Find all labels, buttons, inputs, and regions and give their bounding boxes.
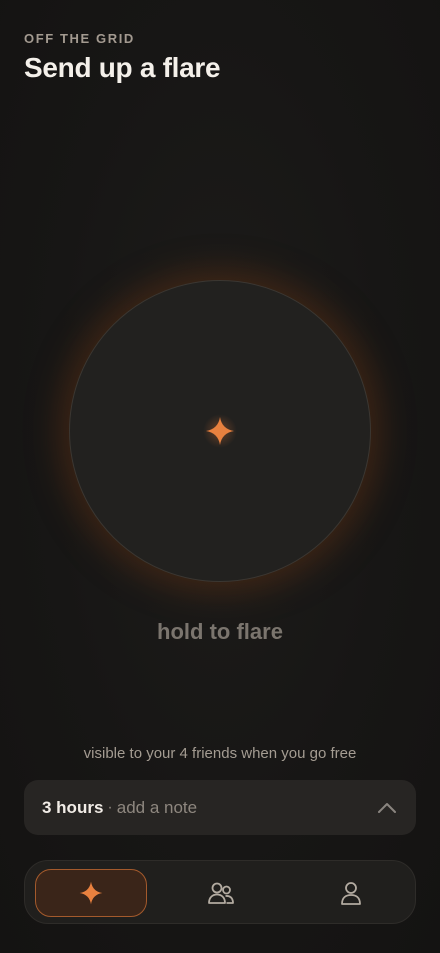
tab-flare[interactable] <box>35 869 147 917</box>
duration-selector[interactable]: 3 hours · add a note <box>24 780 416 835</box>
sparkle-icon <box>79 881 103 905</box>
tab-profile[interactable] <box>295 869 407 917</box>
duration-separator: · <box>107 798 113 816</box>
friends-icon <box>208 882 234 904</box>
flare-screen: OFF THE GRID Send up a flare hold to fla… <box>0 0 440 953</box>
hold-to-flare-label: hold to flare <box>157 619 283 644</box>
sparkle-icon <box>206 417 234 445</box>
profile-icon <box>341 882 361 905</box>
duration-hours: 3 hours <box>42 797 104 817</box>
eyebrow-label: OFF THE GRID <box>24 31 135 46</box>
tab-friends[interactable] <box>165 869 277 917</box>
page-title: Send up a flare <box>24 52 221 83</box>
bottom-tab-bar <box>24 860 416 924</box>
flare-center <box>203 414 237 448</box>
chevron-up-icon[interactable] <box>376 801 398 815</box>
add-note-label[interactable]: add a note <box>117 798 197 818</box>
visibility-text: visible to your 4 friends when you go fr… <box>83 745 357 762</box>
